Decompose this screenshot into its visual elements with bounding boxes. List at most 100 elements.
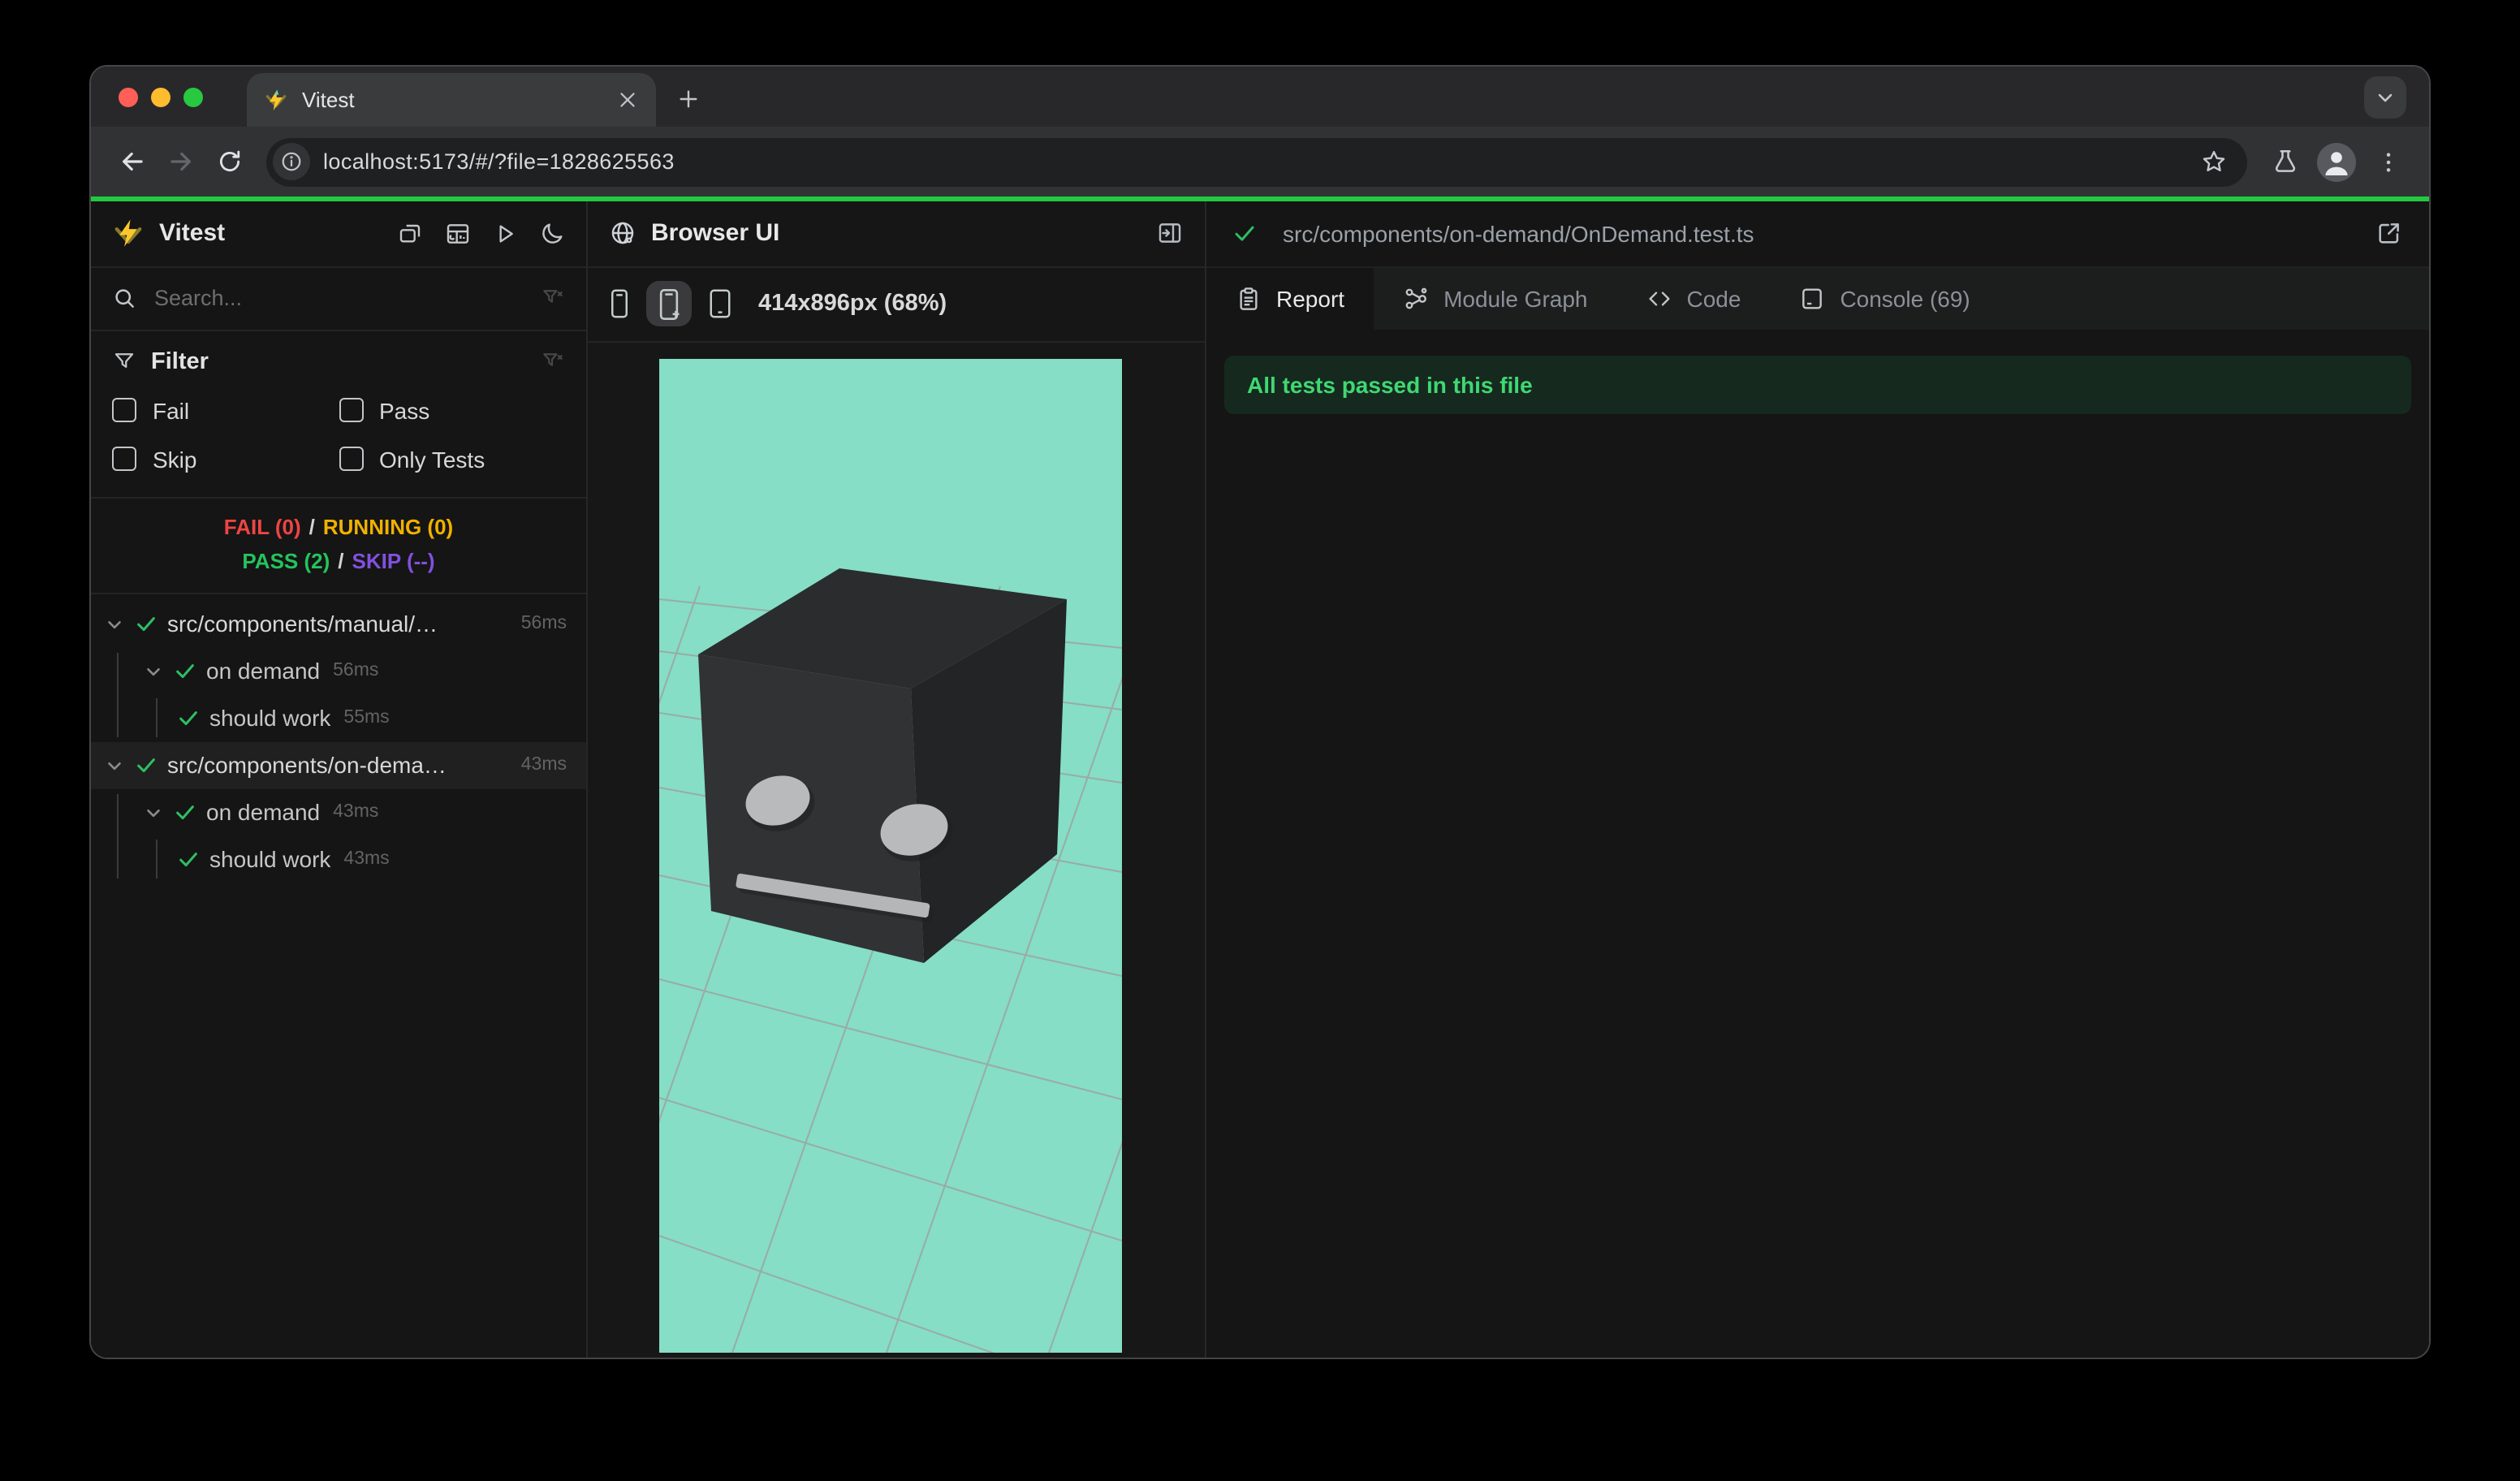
filter-section: Filter Fail Pass Skip Only Tests (91, 330, 586, 498)
small-phone-preset-icon[interactable] (607, 287, 632, 320)
menu-dots-icon[interactable] (2364, 137, 2413, 186)
chevron-down-icon[interactable] (104, 754, 125, 775)
check-icon (135, 612, 158, 635)
report-header: src/components/on-demand/OnDemand.test.t… (1206, 201, 2429, 267)
report-pane: src/components/on-demand/OnDemand.test.t… (1206, 201, 2429, 1358)
phone-preset-selected-button[interactable] (646, 281, 692, 326)
code-icon (1646, 285, 1672, 311)
browser-iframe[interactable] (659, 358, 1122, 1352)
vitest-logo-icon (112, 217, 145, 249)
browser-window: Vitest localhost:5173/#/?file=1828625563… (91, 67, 2429, 1358)
filter-option-fail[interactable]: Fail (112, 397, 339, 423)
close-tab-icon[interactable] (615, 88, 640, 112)
chevron-down-icon[interactable] (143, 660, 164, 681)
test-suite-name: on demand (206, 799, 321, 825)
filter-option-skip[interactable]: Skip (112, 446, 339, 472)
checkbox-fail[interactable] (112, 398, 136, 422)
checkbox-pass[interactable] (339, 398, 363, 422)
checkbox-skip[interactable] (112, 447, 136, 471)
url-bar[interactable]: localhost:5173/#/?file=1828625563 (266, 137, 2247, 186)
globe-icon (609, 219, 636, 247)
test-explorer-sidebar: Vitest Search... Filter Fail Pass Skip O… (91, 201, 588, 1358)
bookmark-star-icon[interactable] (2189, 137, 2237, 186)
new-tab-button[interactable] (669, 80, 708, 119)
tab-code[interactable]: Code (1617, 267, 1771, 329)
filter-option-only-tests[interactable]: Only Tests (339, 446, 565, 472)
url-text[interactable]: localhost:5173/#/?file=1828625563 (323, 149, 2189, 174)
dashboard-icon[interactable] (445, 220, 471, 246)
collapse-tests-icon[interactable] (398, 220, 424, 246)
test-case-name: should work (209, 705, 331, 731)
tab-console[interactable]: Console (69) (1770, 267, 1999, 329)
test-duration: 56ms (520, 614, 567, 633)
browser-ui-header: Browser UI (588, 201, 1205, 267)
clear-filter-icon[interactable] (541, 286, 565, 310)
test-file-path: src/components/on-demand/OnDemand.test.t… (1283, 220, 1754, 246)
check-icon (177, 706, 200, 729)
check-icon (174, 801, 196, 823)
tab-strip: Vitest (91, 67, 2429, 127)
viewport-canvas (588, 342, 1205, 1358)
chevron-down-icon[interactable] (104, 613, 125, 634)
open-in-editor-icon[interactable] (2359, 219, 2403, 247)
vitest-favicon-icon (263, 87, 289, 113)
all-tests-passed-banner: All tests passed in this file (1224, 355, 2411, 413)
test-suite-name: on demand (206, 658, 321, 684)
tab-module-graph[interactable]: Module Graph (1374, 267, 1616, 329)
test-tree-row[interactable]: should work 43ms (91, 835, 586, 883)
report-tab-bar: Report Module Graph Code Console (69) (1206, 267, 2429, 329)
run-all-icon[interactable] (492, 220, 518, 246)
clear-filter-icon[interactable] (541, 349, 565, 373)
report-clipboard-icon (1236, 285, 1262, 311)
test-file-name: src/components/manual/… (167, 611, 438, 637)
filter-option-pass[interactable]: Pass (339, 397, 565, 423)
console-icon (1799, 285, 1825, 311)
minimize-window-button[interactable] (151, 88, 170, 107)
test-duration: 43ms (343, 849, 390, 869)
profile-avatar[interactable] (2317, 142, 2356, 181)
dark-mode-moon-icon[interactable] (539, 220, 565, 246)
back-button[interactable] (107, 137, 156, 186)
check-icon (177, 848, 200, 870)
reload-button[interactable] (205, 137, 253, 186)
threejs-scene (659, 358, 1122, 1352)
test-tree-row[interactable]: src/components/manual/… 56ms (91, 600, 586, 647)
browser-ui-title: Browser UI (651, 219, 780, 247)
zoom-window-button[interactable] (183, 88, 203, 107)
search-icon (112, 286, 136, 310)
checkbox-only-tests[interactable] (339, 447, 363, 471)
test-duration: 56ms (333, 661, 379, 680)
test-tree: src/components/manual/… 56ms on demand 5… (91, 594, 586, 1358)
test-tree-row[interactable]: should work 55ms (91, 694, 586, 741)
search-bar (91, 267, 586, 330)
viewport-toolbar: 414x896px (68%) (588, 267, 1205, 342)
fail-count: FAIL (0) (223, 514, 301, 538)
test-tree-row-selected[interactable]: src/components/on-dema… 43ms (91, 741, 586, 788)
filter-funnel-icon (112, 349, 136, 373)
check-icon (174, 659, 196, 682)
dock-panel-icon[interactable] (1156, 219, 1184, 247)
pass-count: PASS (2) (242, 548, 330, 572)
site-info-icon[interactable] (273, 143, 310, 180)
test-tree-row[interactable]: on demand 43ms (91, 788, 586, 835)
tablet-preset-icon[interactable] (706, 287, 734, 320)
tab-search-button[interactable] (2364, 76, 2406, 119)
tab-report[interactable]: Report (1206, 267, 1374, 329)
browser-toolbar: localhost:5173/#/?file=1828625563 (91, 127, 2429, 196)
tab-title: Vitest (302, 88, 355, 112)
close-window-button[interactable] (119, 88, 138, 107)
experiments-flask-icon[interactable] (2260, 137, 2309, 186)
desktop: Vitest localhost:5173/#/?file=1828625563… (0, 0, 2520, 1481)
test-summary: FAIL (0) / RUNNING (0) PASS (2) / SKIP (--) (91, 498, 586, 594)
chevron-down-icon[interactable] (143, 801, 164, 823)
test-tree-row[interactable]: on demand 56ms (91, 647, 586, 694)
search-input[interactable] (151, 284, 541, 312)
running-count: RUNNING (0) (322, 514, 454, 538)
forward-button[interactable] (156, 137, 205, 186)
sidebar-header: Vitest (91, 201, 586, 267)
app-title: Vitest (159, 219, 226, 247)
browser-tab[interactable]: Vitest (247, 73, 656, 127)
module-graph-icon (1403, 285, 1429, 311)
viewport-size-label: 414x896px (68%) (758, 291, 947, 317)
check-icon (1232, 221, 1257, 245)
